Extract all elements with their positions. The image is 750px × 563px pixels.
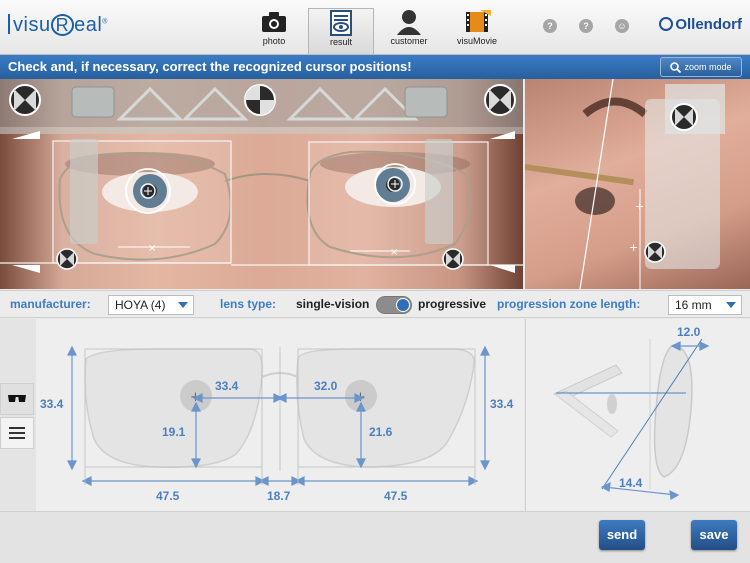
svg-text:×: × — [148, 243, 156, 254]
info-help-icon[interactable]: ? — [579, 19, 593, 33]
magnifier-icon — [670, 61, 682, 73]
save-button[interactable]: save — [691, 520, 737, 550]
svg-text:+: + — [635, 200, 644, 213]
svg-text:+: + — [629, 241, 638, 254]
box-width-left: 47.5 — [156, 489, 180, 503]
box-height-left: 33.4 — [40, 397, 64, 411]
front-measurement-diagram: + + — [36, 319, 524, 511]
vertex-distance: 12.0 — [677, 325, 701, 339]
side-clip-target-bottom[interactable] — [644, 241, 666, 263]
instruction-text: Check and, if necessary, correct the rec… — [8, 59, 412, 74]
manufacturer-value: HOYA (4) — [115, 298, 166, 312]
bridge-width: 18.7 — [267, 489, 291, 503]
zoom-mode-button[interactable]: zoom mode — [660, 57, 742, 77]
help-icon[interactable]: ? — [543, 19, 557, 33]
lens-type-label: lens type: — [220, 297, 277, 311]
view-toolbar — [0, 319, 36, 511]
fitting-height-right: 21.6 — [369, 425, 393, 439]
tab-visumovie[interactable]: visuMovie — [444, 8, 510, 54]
list-view-button[interactable] — [0, 417, 34, 449]
chevron-down-icon — [726, 302, 736, 308]
box-width-right: 47.5 — [384, 489, 408, 503]
camera-icon — [241, 8, 307, 36]
tab-result[interactable]: result — [308, 8, 374, 54]
pantoscopic-tilt: 14.4 — [619, 476, 643, 490]
tab-result-label: result — [329, 37, 352, 47]
manufacturer-label: manufacturer: — [10, 297, 91, 311]
clip-target-bottom-right[interactable] — [442, 248, 464, 270]
front-photo-view[interactable]: × × — [0, 79, 523, 289]
lens-option-single-vision[interactable]: single-vision — [296, 297, 369, 311]
pd-left: 33.4 — [215, 379, 239, 393]
feedback-icon[interactable]: ☺ — [615, 19, 629, 33]
instruction-bar: Check and, if necessary, correct the rec… — [0, 55, 750, 79]
side-clip-target-top[interactable] — [670, 103, 698, 131]
box-height-right: 33.4 — [490, 397, 514, 411]
clip-target-top-left[interactable] — [9, 84, 41, 116]
progression-zone-value: 16 mm — [675, 298, 712, 312]
result-icon — [309, 9, 373, 37]
tab-customer[interactable]: customer — [376, 8, 442, 54]
top-bar: visu Real® photo result customer visuMovi — [0, 0, 750, 55]
clip-target-top-center[interactable] — [244, 84, 276, 116]
tab-visumovie-label: visuMovie — [456, 36, 497, 46]
lens-settings-row: manufacturer: HOYA (4) lens type: single… — [0, 290, 750, 318]
side-measurement-diagram: 12.0 14.4 — [525, 319, 750, 511]
bottom-action-bar: send save — [0, 511, 750, 563]
clip-target-bottom-left[interactable] — [56, 248, 78, 270]
manufacturer-select[interactable]: HOYA (4) — [108, 295, 194, 315]
zoom-mode-label: zoom mode — [684, 62, 732, 72]
pd-right: 32.0 — [314, 379, 338, 393]
glasses-view-button[interactable] — [0, 383, 34, 415]
person-icon — [376, 8, 442, 36]
lens-type-toggle[interactable] — [376, 296, 412, 314]
send-button[interactable]: send — [599, 520, 645, 550]
side-photo-view[interactable]: + + — [525, 79, 750, 289]
svg-text:×: × — [390, 247, 398, 258]
tab-customer-label: customer — [390, 36, 428, 46]
sunglasses-icon — [8, 395, 26, 402]
clip-target-top-right[interactable] — [484, 84, 516, 116]
menu-icon — [9, 427, 25, 439]
film-icon — [444, 8, 510, 36]
tab-photo-label: photo — [262, 36, 286, 46]
progression-zone-select[interactable]: 16 mm — [668, 295, 742, 315]
chevron-down-icon — [178, 302, 188, 308]
brand-logo: Ollendorf — [659, 16, 742, 33]
progression-zone-label: progression zone length: — [497, 297, 641, 311]
app-logo: visu Real® — [8, 14, 108, 37]
fitting-height-left: 19.1 — [162, 425, 186, 439]
app-window: visu Real® photo result customer visuMovi — [0, 0, 750, 563]
tab-photo[interactable]: photo — [241, 8, 307, 54]
lens-option-progressive[interactable]: progressive — [418, 297, 486, 311]
